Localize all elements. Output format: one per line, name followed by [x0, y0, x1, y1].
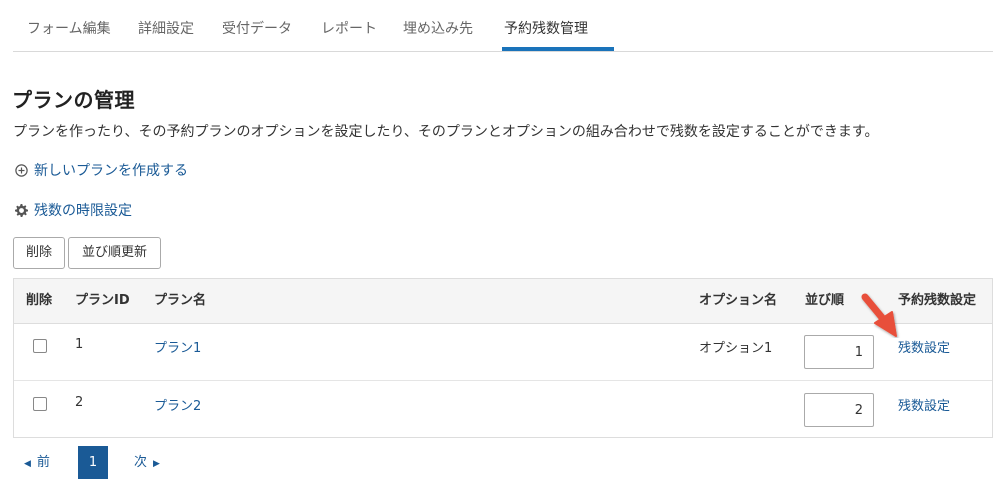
plan-id-cell: 1: [75, 337, 84, 352]
caret-left-icon: ◀: [24, 459, 31, 469]
table-header: 削除 プランID プラン名 オプション名 並び順 予約残数設定: [14, 279, 992, 324]
next-page-label: 次: [134, 455, 148, 470]
active-tab-indicator: [502, 47, 614, 51]
page-title: プランの管理: [12, 88, 135, 112]
table-row: 1 プラン1 オプション1 残数設定: [14, 323, 992, 380]
update-order-button[interactable]: 並び順更新: [68, 237, 161, 269]
tab-embed[interactable]: 埋め込み先: [403, 0, 473, 50]
header-plan-id: プランID: [75, 293, 130, 308]
header-stock-settings: 予約残数設定: [898, 293, 977, 308]
stock-settings-link[interactable]: 残数設定: [898, 395, 950, 414]
order-input[interactable]: [804, 393, 874, 427]
tab-received-data[interactable]: 受付データ: [222, 0, 292, 50]
new-plan-label: 新しいプランを作成する: [34, 163, 188, 179]
prev-page-label: 前: [36, 455, 50, 470]
tab-form-edit[interactable]: フォーム編集: [27, 0, 111, 50]
limit-settings-link[interactable]: 残数の時限設定: [15, 200, 132, 220]
new-plan-link[interactable]: 新しいプランを作成する: [15, 160, 188, 180]
table-row: 2 プラン2 残数設定: [14, 380, 992, 438]
plan-name-link[interactable]: プラン1: [154, 337, 201, 356]
page-description: プランを作ったり、その予約プランのオプションを設定したり、そのプランとオプション…: [13, 124, 879, 140]
delete-button[interactable]: 削除: [13, 237, 65, 269]
plus-circle-icon: [15, 163, 28, 177]
tab-bar: フォーム編集 詳細設定 受付データ レポート 埋め込み先 予約残数管理: [13, 0, 993, 52]
row-delete-checkbox[interactable]: [33, 397, 47, 411]
header-delete: 削除: [26, 293, 53, 308]
tab-detail-settings[interactable]: 詳細設定: [138, 0, 194, 50]
gear-icon: [15, 203, 28, 217]
plan-name-link[interactable]: プラン2: [154, 395, 201, 414]
annotation-arrow-icon: [861, 293, 897, 337]
header-plan-name: プラン名: [154, 293, 207, 308]
current-page-button[interactable]: 1: [78, 446, 108, 479]
stock-settings-link[interactable]: 残数設定: [898, 337, 950, 356]
tab-report[interactable]: レポート: [321, 0, 377, 50]
plan-id-cell: 2: [75, 395, 84, 410]
prev-page-link[interactable]: ◀ 前: [24, 447, 50, 479]
option-name-cell: オプション1: [699, 341, 773, 356]
header-option-name: オプション名: [699, 293, 778, 308]
caret-right-icon: ▶: [153, 459, 160, 469]
limit-settings-label: 残数の時限設定: [34, 203, 132, 219]
next-page-link[interactable]: 次 ▶: [134, 447, 160, 479]
header-order: 並び順: [805, 293, 845, 308]
plan-table: 削除 プランID プラン名 オプション名 並び順 予約残数設定 1 プラン1 オ…: [13, 278, 993, 438]
row-delete-checkbox[interactable]: [33, 339, 47, 353]
order-input[interactable]: [804, 335, 874, 369]
tab-reservation-stock[interactable]: 予約残数管理: [504, 0, 588, 50]
